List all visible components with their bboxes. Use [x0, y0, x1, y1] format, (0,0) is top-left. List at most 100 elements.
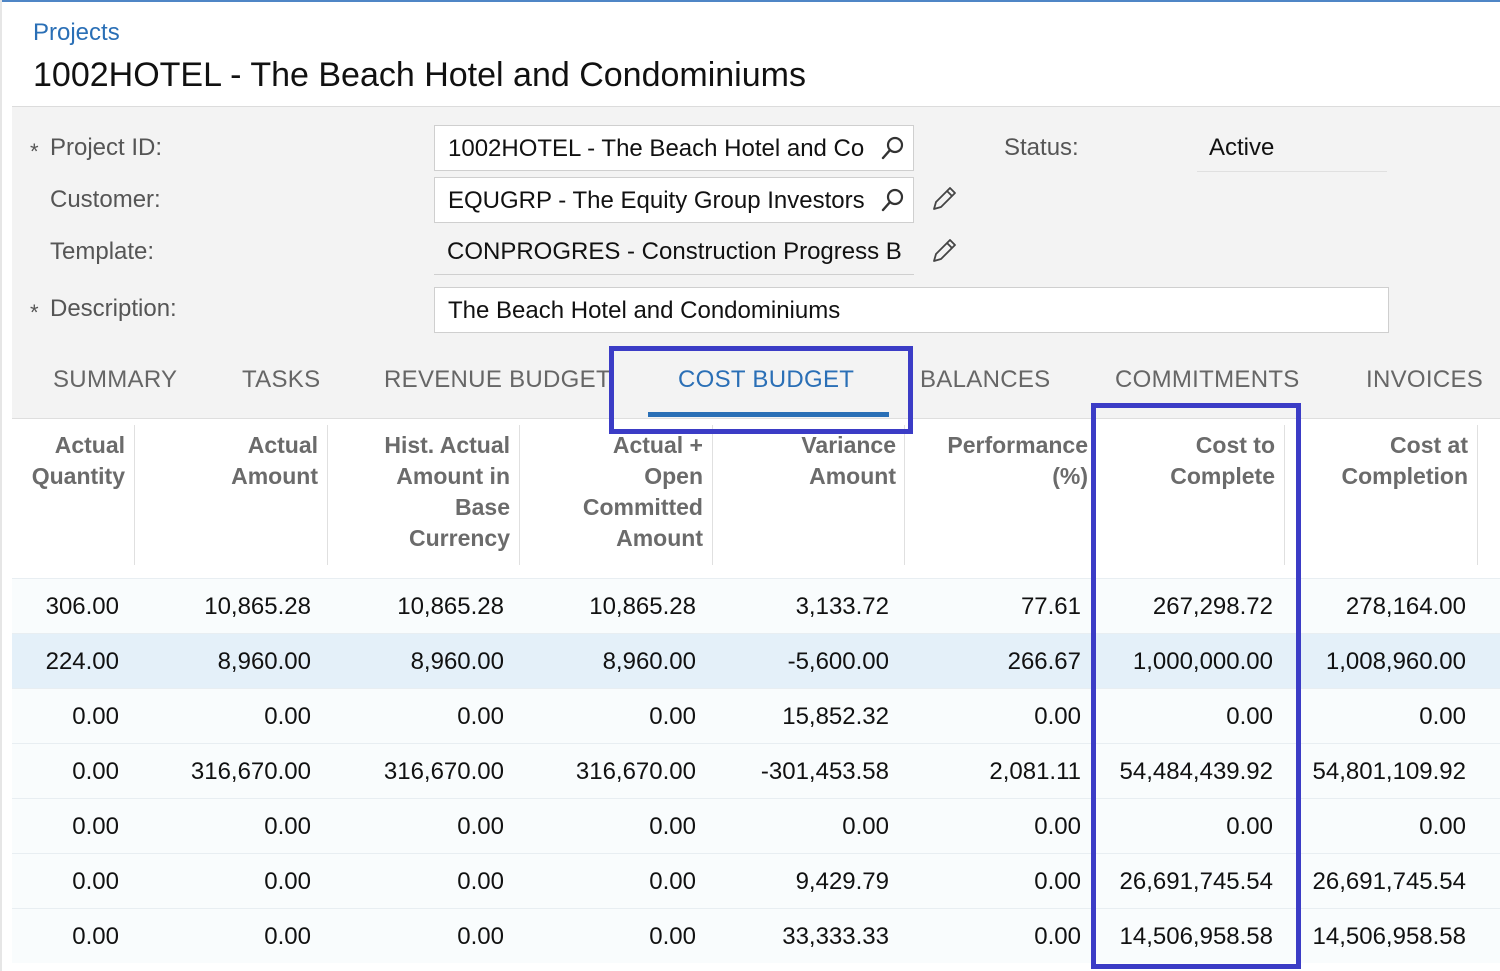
customer-field[interactable]: EQUGRP - The Equity Group Investors [434, 177, 914, 223]
required-mark: * [30, 139, 39, 164]
cell-hist-actual-amount: 0.00 [457, 703, 504, 730]
cell-cost-at-completion: 54,801,109.92 [1312, 758, 1466, 785]
cell-cost-at-completion: 14,506,958.58 [1312, 923, 1466, 950]
cell-cost-to-complete: 54,484,439.92 [1119, 758, 1273, 785]
pencil-icon[interactable] [930, 237, 958, 265]
cell-actual-amount: 0.00 [264, 868, 311, 895]
cell-hist-actual-amount: 10,865.28 [397, 593, 504, 620]
cell-actual-quantity: 0.00 [72, 813, 119, 840]
cell-variance-amount: 9,429.79 [795, 868, 889, 895]
cell-actual-amount: 0.00 [264, 923, 311, 950]
cell-cost-at-completion: 278,164.00 [1345, 593, 1466, 620]
table-row[interactable]: 0.00 316,670.00 316,670.00 316,670.00 -301,4… [12, 743, 1500, 798]
tab-cost-budget[interactable]: COST BUDGET [678, 366, 854, 394]
cell-variance-amount: 0.00 [842, 813, 889, 840]
cell-actual-amount: 8,960.00 [217, 648, 311, 675]
column-header-line: Cost to [1195, 432, 1275, 458]
column-header-line: Actual [54, 432, 125, 458]
cell-cost-to-complete: 1,000,000.00 [1132, 648, 1273, 675]
cell-performance-pct: 2,081.11 [989, 758, 1081, 785]
cell-variance-amount: -301,453.58 [760, 758, 889, 785]
table-row[interactable]: 306.00 10,865.28 10,865.28 10,865.28 3,133.7… [12, 578, 1500, 633]
customer-label: Customer: [50, 186, 161, 213]
column-header-line: Cost at [1390, 432, 1468, 458]
table-row[interactable]: 224.00 8,960.00 8,960.00 8,960.00 -5,600.00 2… [12, 633, 1500, 688]
page-title: 1002HOTEL - The Beach Hotel and Condomin… [33, 56, 806, 94]
column-separator [134, 425, 135, 565]
tab-balances[interactable]: BALANCES [920, 366, 1050, 394]
column-separator [327, 425, 328, 565]
description-field[interactable]: The Beach Hotel and Condominiums [434, 287, 1389, 333]
cell-actual-open-committed: 0.00 [649, 813, 696, 840]
column-header-line: Quantity [31, 463, 125, 489]
column-header-line: Open [644, 463, 703, 489]
cell-performance-pct: 0.00 [1034, 868, 1081, 895]
cell-actual-open-committed: 8,960.00 [602, 648, 696, 675]
cell-actual-quantity: 0.00 [72, 868, 119, 895]
search-icon[interactable] [881, 136, 905, 160]
column-header-actual-amount[interactable]: Actual Amount [138, 430, 318, 492]
cell-cost-at-completion: 1,008,960.00 [1325, 648, 1466, 675]
template-value: CONPROGRES - Construction Progress B [447, 238, 902, 265]
cell-cost-at-completion: 0.00 [1419, 813, 1466, 840]
cell-performance-pct: 0.00 [1034, 813, 1081, 840]
cell-performance-pct: 266.67 [1007, 648, 1081, 675]
table-row[interactable]: 0.00 0.00 0.00 0.00 9,429.79 0.00 26,691,745.5… [12, 853, 1500, 908]
table-row[interactable]: 0.00 0.00 0.00 0.00 33,333.33 0.00 14,506,958.… [12, 908, 1500, 963]
cell-variance-amount: 3,133.72 [795, 593, 889, 620]
status-value: Active [1197, 128, 1387, 172]
cell-variance-amount: 15,852.32 [782, 703, 889, 730]
column-header-actual-open-committed[interactable]: Actual + Open Committed Amount [523, 430, 703, 554]
column-header-cost-at-completion[interactable]: Cost at Completion [1288, 430, 1469, 492]
cell-hist-actual-amount: 0.00 [457, 813, 504, 840]
pencil-icon[interactable] [930, 185, 958, 213]
cell-actual-quantity: 0.00 [72, 703, 119, 730]
cell-actual-amount: 10,865.28 [204, 593, 311, 620]
table-row[interactable]: 0.00 0.00 0.00 0.00 0.00 0.00 0.00 0.00 [12, 798, 1500, 853]
description-label: Description: [50, 295, 177, 322]
column-header-performance-pct[interactable]: Performance (%) [908, 430, 1088, 492]
breadcrumb-projects[interactable]: Projects [33, 19, 120, 47]
active-tab-indicator [648, 412, 889, 417]
cell-cost-to-complete: 26,691,745.54 [1119, 868, 1273, 895]
cell-actual-amount: 0.00 [264, 813, 311, 840]
column-header-line: Hist. Actual [384, 432, 510, 458]
column-separator [904, 425, 905, 565]
project-id-label: Project ID: [50, 134, 163, 161]
cell-actual-open-committed: 316,670.00 [575, 758, 696, 785]
table-row[interactable]: 0.00 0.00 0.00 0.00 15,852.32 0.00 0.00 0.00 [12, 688, 1500, 743]
cell-hist-actual-amount: 8,960.00 [410, 648, 504, 675]
column-header-cost-to-complete[interactable]: Cost to Complete [1095, 430, 1275, 492]
tab-revenue-budget[interactable]: REVENUE BUDGET [384, 366, 611, 394]
required-mark: * [30, 300, 39, 325]
column-header-line: (%) [1052, 463, 1088, 489]
status-label: Status: [1004, 134, 1079, 161]
column-separator [1284, 425, 1285, 565]
search-icon[interactable] [881, 188, 905, 212]
cell-actual-amount: 316,670.00 [190, 758, 311, 785]
cell-hist-actual-amount: 316,670.00 [383, 758, 504, 785]
column-header-actual-quantity[interactable]: Actual Quantity [5, 430, 125, 492]
cell-variance-amount: -5,600.00 [787, 648, 889, 675]
column-header-hist-actual-amount[interactable]: Hist. Actual Amount in Base Currency [330, 430, 510, 554]
template-label: Template: [50, 238, 155, 265]
cell-actual-quantity: 224.00 [45, 648, 119, 675]
cell-cost-to-complete: 0.00 [1226, 703, 1273, 730]
cell-cost-at-completion: 26,691,745.54 [1312, 868, 1466, 895]
project-id-value: 1002HOTEL - The Beach Hotel and Co [448, 135, 865, 162]
column-header-line: Amount [231, 463, 318, 489]
tab-tasks[interactable]: TASKS [242, 366, 320, 394]
column-header-line: Amount [809, 463, 896, 489]
tab-summary[interactable]: SUMMARY [53, 366, 177, 394]
column-header-line: Amount in [396, 463, 510, 489]
cell-hist-actual-amount: 0.00 [457, 868, 504, 895]
cell-cost-to-complete: 14,506,958.58 [1119, 923, 1273, 950]
column-separator [712, 425, 713, 565]
cell-performance-pct: 0.00 [1034, 703, 1081, 730]
tab-invoices[interactable]: INVOICES [1366, 366, 1483, 394]
tab-commitments[interactable]: COMMITMENTS [1115, 366, 1300, 394]
cell-performance-pct: 77.61 [1020, 593, 1081, 620]
customer-value: EQUGRP - The Equity Group Investors [448, 187, 865, 214]
project-id-field[interactable]: 1002HOTEL - The Beach Hotel and Co [434, 125, 914, 171]
column-header-variance-amount[interactable]: Variance Amount [716, 430, 896, 492]
